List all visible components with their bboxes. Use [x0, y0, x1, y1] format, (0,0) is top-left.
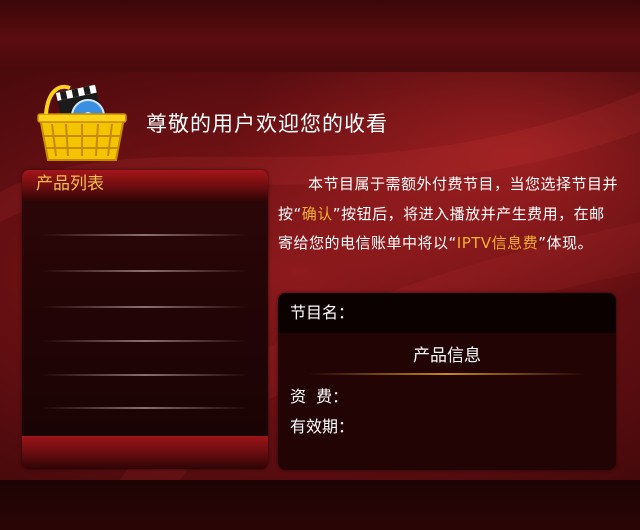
list-divider [42, 374, 248, 376]
list-divider [42, 407, 248, 409]
info-divider [308, 373, 586, 375]
list-divider [42, 340, 248, 342]
page-title: 尊敬的用户欢迎您的收看 [146, 112, 388, 136]
product-list-title: 产品列表 [22, 170, 268, 202]
fee-highlight: IPTV信息费 [456, 234, 539, 252]
bottom-band [0, 480, 640, 530]
product-list-panel: 产品列表 [22, 170, 268, 469]
fee-label: 资 费： [290, 387, 349, 406]
validity-label: 有效期： [290, 417, 355, 436]
notice-text: ”体现。 [538, 234, 593, 252]
program-name-label: 节目名： [278, 293, 616, 333]
top-band [0, 0, 640, 72]
list-divider [42, 234, 248, 236]
confirm-highlight: 确认 [301, 204, 333, 223]
product-list-footer [22, 436, 268, 469]
product-list-body[interactable] [22, 202, 268, 436]
payment-notice: 本节目属于需额外付费节目，当您选择节目并按“确认”按钮后，将进入播放并产生费用，… [278, 170, 620, 259]
product-info-title: 产品信息 [413, 346, 481, 366]
list-divider [42, 306, 248, 308]
product-info-panel: 节目名： 产品信息 资 费： 有效期： [278, 293, 616, 470]
list-divider [42, 270, 248, 272]
shopping-basket-icon [37, 84, 127, 161]
